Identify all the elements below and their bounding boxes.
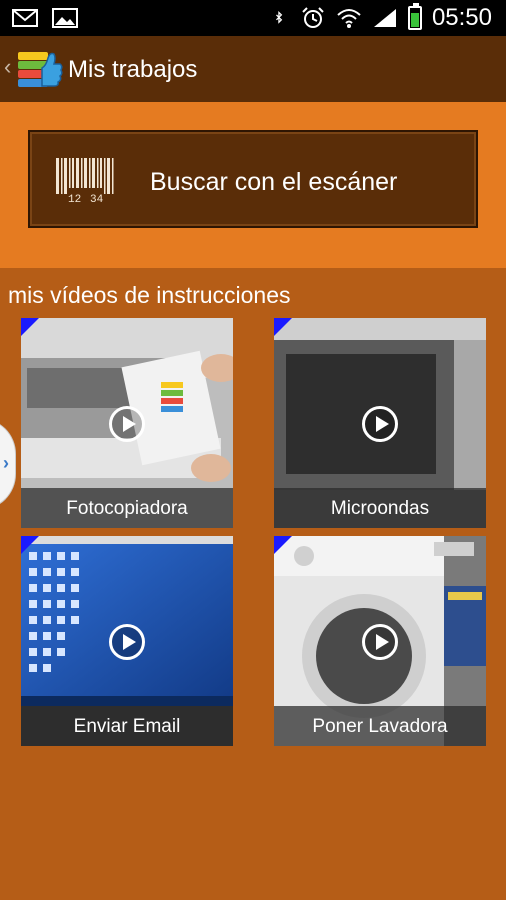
back-arrow-icon[interactable]: ‹ (4, 54, 11, 80)
play-icon[interactable] (109, 406, 145, 442)
barcode-digits-right: 34 (90, 194, 104, 204)
bluetooth-icon (275, 10, 283, 24)
scan-button-label: Buscar con el escáner (150, 168, 398, 196)
clock: 05:50 (431, 4, 492, 31)
video-tile-poner-lavadora[interactable]: Poner Lavadora (274, 536, 486, 746)
chevron-right-icon: › (3, 453, 9, 473)
barcode-digits-left: 12 (68, 194, 81, 204)
image-icon (52, 8, 78, 28)
action-bar: ‹ Mis trabajos (0, 36, 506, 102)
videos-section-title: mis vídeos de instrucciones (8, 282, 291, 308)
play-icon[interactable] (362, 406, 398, 442)
app-logo-icon[interactable] (16, 44, 64, 92)
video-caption: Poner Lavadora (312, 716, 448, 737)
new-marker (274, 536, 292, 554)
scan-button[interactable]: 12 34 Buscar con el escáner (28, 130, 478, 228)
video-caption: Microondas (330, 498, 430, 519)
video-tile-fotocopiadora[interactable]: Fotocopiadora (21, 318, 233, 528)
play-icon[interactable] (362, 624, 398, 660)
video-tile-enviar-email[interactable]: Enviar Email (21, 536, 233, 746)
new-marker (21, 318, 39, 336)
alarm-icon (302, 7, 324, 28)
video-caption: Fotocopiadora (66, 498, 188, 519)
scanner-panel: 12 34 Buscar con el escáner (0, 102, 506, 268)
video-caption: Enviar Email (73, 716, 181, 737)
side-drawer-tab[interactable]: › (0, 418, 16, 510)
barcode-icon: 12 34 (56, 158, 114, 204)
signal-icon (373, 9, 396, 27)
status-bar: 05:50 (0, 0, 506, 36)
new-marker (274, 318, 292, 336)
page-title: Mis trabajos (68, 56, 198, 83)
wifi-icon (337, 9, 361, 28)
play-icon[interactable] (109, 624, 145, 660)
battery-icon (407, 3, 422, 30)
video-tile-microondas[interactable]: Microondas (274, 318, 486, 528)
mail-icon (12, 9, 38, 27)
new-marker (21, 536, 39, 554)
